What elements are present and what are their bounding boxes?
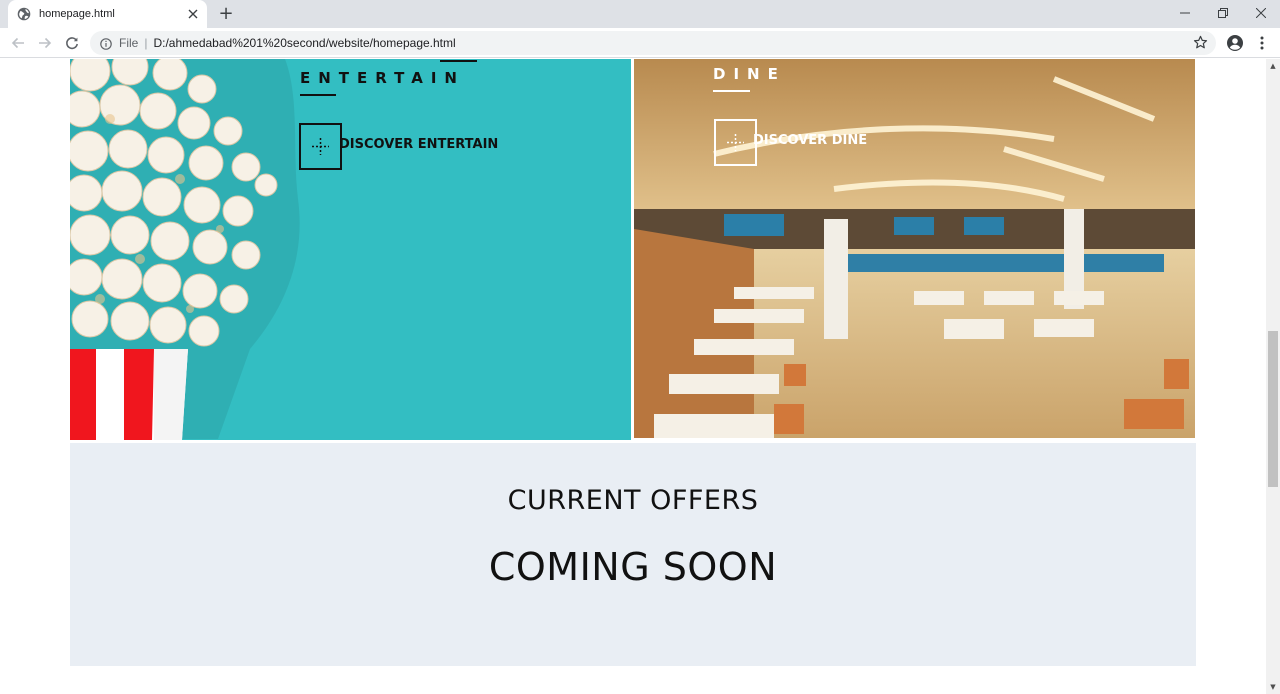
url-scheme-label: File — [119, 36, 139, 50]
page-scrollbar[interactable]: ▲ ▼ — [1266, 59, 1280, 694]
entertain-heading-underline — [300, 94, 336, 96]
url-text[interactable]: D:/ahmedabad%201%20second/website/homepa… — [153, 36, 455, 50]
dine-heading-underline — [713, 90, 750, 92]
close-icon[interactable] — [1242, 0, 1280, 26]
dine-heading: DINE — [713, 65, 786, 83]
current-offers-section: CURRENT OFFERS COMING SOON — [70, 443, 1196, 666]
tab-strip: homepage.html + — [0, 0, 1280, 28]
new-tab-button[interactable]: + — [216, 4, 236, 24]
url-separator: | — [144, 36, 148, 50]
discover-dine-button[interactable] — [714, 119, 757, 166]
popcorn-illustration — [70, 59, 300, 440]
dine-panel[interactable]: DINE DISCOVER DINE — [634, 59, 1195, 438]
tab-title: homepage.html — [39, 8, 115, 20]
info-icon[interactable] — [100, 37, 112, 50]
scroll-down-arrow-icon[interactable]: ▼ — [1266, 680, 1280, 694]
browser-tab[interactable]: homepage.html — [8, 0, 207, 28]
address-bar[interactable]: File | D:/ahmedabad%201%20second/website… — [90, 31, 1216, 55]
scroll-up-arrow-icon[interactable]: ▲ — [1266, 59, 1280, 73]
entertain-top-rule — [440, 60, 477, 62]
minimize-icon[interactable] — [1166, 0, 1204, 26]
plus-crosshair-icon — [727, 134, 744, 151]
discover-entertain-button[interactable] — [299, 123, 342, 170]
arrow-left-icon[interactable] — [8, 33, 28, 53]
discover-entertain-label[interactable]: DISCOVER ENTERTAIN — [339, 137, 498, 152]
browser-toolbar: File | D:/ahmedabad%201%20second/website… — [0, 28, 1280, 58]
reload-icon[interactable] — [62, 33, 82, 53]
account-circle-icon[interactable] — [1226, 34, 1244, 57]
page-viewport: ENTERTAIN DISCOVER ENTERTAIN DINE DISCOV… — [0, 59, 1266, 694]
star-icon[interactable] — [1193, 35, 1208, 55]
scrollbar-thumb[interactable] — [1268, 331, 1278, 487]
entertain-heading: ENTERTAIN — [300, 69, 465, 87]
discover-dine-label[interactable]: DISCOVER DINE — [753, 133, 867, 148]
entertain-panel[interactable]: ENTERTAIN DISCOVER ENTERTAIN — [70, 59, 631, 440]
plus-crosshair-icon — [312, 138, 329, 155]
maximize-icon[interactable] — [1204, 0, 1242, 26]
more-vert-icon[interactable] — [1255, 34, 1269, 52]
food-court-photo — [634, 59, 1195, 438]
arrow-right-icon[interactable] — [35, 33, 55, 53]
tab-close-icon[interactable] — [185, 6, 201, 22]
globe-icon — [17, 7, 31, 21]
coming-soon-text: COMING SOON — [488, 545, 778, 589]
current-offers-title: CURRENT OFFERS — [507, 485, 759, 516]
